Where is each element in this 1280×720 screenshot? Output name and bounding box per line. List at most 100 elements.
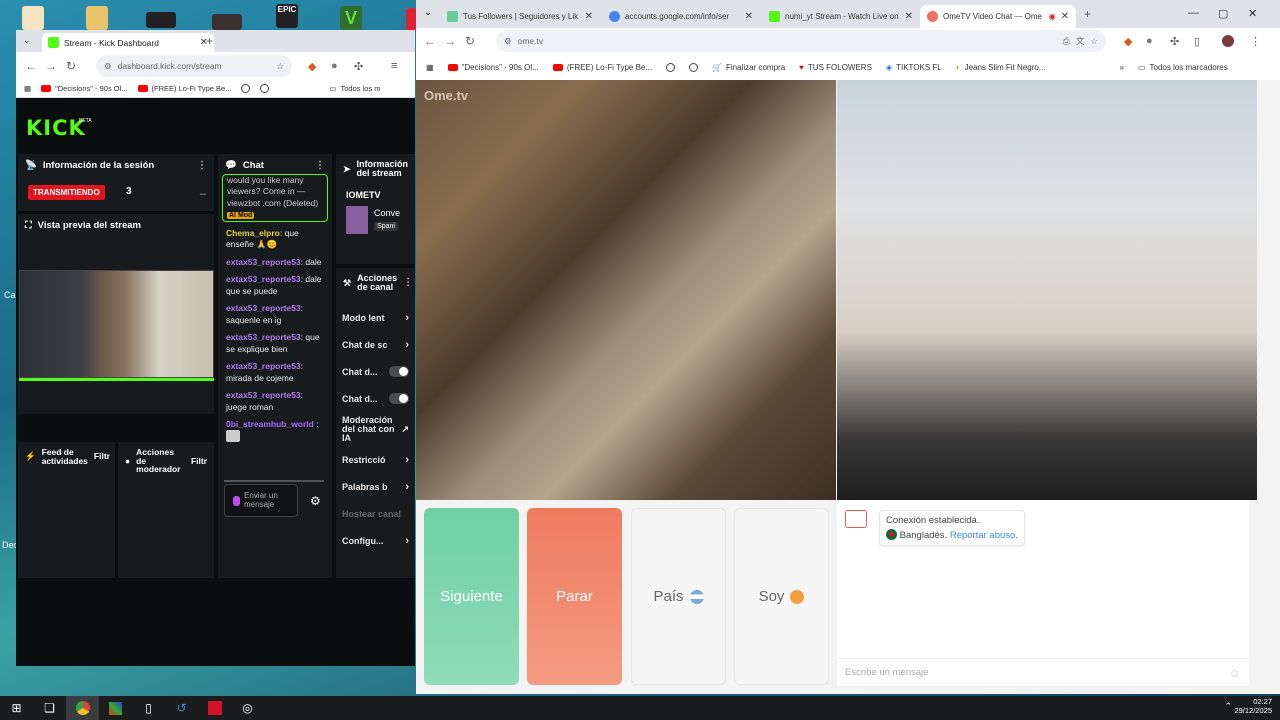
bookmark-tus-folowers[interactable]: ♥ TUS FOLOWERS bbox=[799, 63, 872, 72]
bookmark-jeans[interactable]: ◐ Jeans Slim Fit Negro... bbox=[956, 63, 1046, 72]
site-info-icon[interactable]: ⚙ bbox=[504, 36, 512, 47]
apps-grid-icon[interactable]: ▦ bbox=[24, 84, 31, 93]
tab-kick-dashboard[interactable]: Stream - Kick Dashboard ✕ bbox=[42, 33, 214, 52]
desktop-icon-3[interactable] bbox=[146, 12, 176, 28]
toggle-switch[interactable] bbox=[389, 393, 409, 404]
desktop-icon-7[interactable] bbox=[406, 8, 416, 32]
bookmark-star-icon[interactable]: ☆ bbox=[1090, 36, 1098, 47]
kick-logo[interactable]: KICK bbox=[26, 116, 86, 140]
new-tab-icon[interactable]: + bbox=[206, 34, 213, 48]
menu-icon[interactable]: ⋮ bbox=[1250, 35, 1261, 48]
ai-moderation-action[interactable]: Moderación del chat con IA ↗ bbox=[336, 412, 415, 446]
bookmark-decisions[interactable]: "Decisions" - 90s Ol... bbox=[41, 84, 128, 93]
translate-icon[interactable]: 文 bbox=[1076, 35, 1085, 47]
sidebar-icon[interactable]: ▯ bbox=[1194, 35, 1200, 48]
chat-toggle-2[interactable]: Chat d... bbox=[336, 385, 415, 412]
gta-v-icon[interactable]: V bbox=[340, 6, 362, 30]
system-clock[interactable]: 02:27 29/12/2025 bbox=[1234, 697, 1272, 715]
forward-icon[interactable]: → bbox=[41, 59, 61, 73]
chat-toggle-1[interactable]: Chat d... bbox=[336, 358, 415, 385]
chat-settings-icon[interactable]: ⚙ bbox=[310, 494, 321, 508]
tab-kick-stream[interactable]: numi_yt Stream - Watch Live on ✕ bbox=[762, 5, 920, 28]
config-action[interactable]: Configu... › bbox=[336, 527, 415, 554]
collapse-icon[interactable]: – bbox=[200, 188, 206, 200]
channel-actions-options-icon[interactable]: ⋮ bbox=[403, 278, 413, 288]
country-button[interactable]: País bbox=[631, 508, 726, 685]
desktop-icon-4[interactable] bbox=[212, 14, 242, 30]
blocked-words-action[interactable]: Palabras b › bbox=[336, 473, 415, 500]
stop-button[interactable]: Parar bbox=[527, 508, 622, 685]
install-icon[interactable]: ⎙ bbox=[1063, 36, 1070, 47]
file-taskbar-icon[interactable]: ▯ bbox=[132, 696, 165, 720]
close-tab-icon[interactable]: ✕ bbox=[905, 11, 913, 22]
all-bookmarks[interactable]: ▭ Todos los marcadores bbox=[1138, 63, 1228, 72]
epic-games-icon[interactable]: EPIC bbox=[276, 4, 298, 28]
extensions-puzzle-icon[interactable]: ✣ bbox=[354, 60, 363, 73]
tab-tus-followers[interactable]: Tus Followers | Seguidores y Lik ✕ bbox=[440, 5, 600, 28]
task-view-icon[interactable]: ❏ bbox=[33, 696, 66, 720]
filter-label-2[interactable]: Filtr bbox=[191, 456, 207, 466]
tray-chevron-icon[interactable]: ⌃ bbox=[1224, 701, 1232, 712]
globe-icon[interactable] bbox=[689, 62, 699, 72]
tab-search-icon[interactable]: ⌄ bbox=[424, 7, 432, 18]
close-tab-icon[interactable]: ✕ bbox=[745, 11, 753, 22]
new-tab-icon[interactable]: + bbox=[1084, 7, 1091, 21]
windows-start-icon[interactable]: ⊞ bbox=[0, 696, 33, 720]
chat-scrollbar[interactable] bbox=[224, 480, 324, 482]
chrome-taskbar-icon[interactable] bbox=[66, 696, 99, 720]
toggle-switch[interactable] bbox=[389, 366, 409, 377]
tab-ometv[interactable]: OmeTV Video Chat — Ome ◉ ✕ bbox=[920, 5, 1076, 28]
apps-grid-icon[interactable]: ▦ bbox=[426, 63, 434, 72]
report-abuse-link[interactable]: Reportar abuso. bbox=[950, 530, 1018, 541]
close-tab-icon[interactable]: ✕ bbox=[1061, 11, 1069, 22]
chat-messages[interactable]: would you like many viewers? Come in — v… bbox=[218, 174, 332, 479]
more-options-icon[interactable]: ⋮ bbox=[197, 160, 207, 171]
extension-icon-2[interactable]: ● bbox=[1146, 35, 1153, 47]
bookmark-star-icon[interactable]: ☆ bbox=[276, 61, 284, 72]
message-input[interactable]: Escribe un mensaje ☺ bbox=[837, 658, 1249, 686]
chat-options-icon[interactable]: ⋮ bbox=[315, 160, 325, 171]
tab-google-accounts[interactable]: accounts.google.com/info/ser ✕ bbox=[602, 5, 760, 28]
forward-icon[interactable]: → bbox=[440, 34, 460, 48]
globe-icon[interactable] bbox=[241, 84, 251, 93]
desktop-icon-2[interactable] bbox=[86, 6, 108, 30]
close-tab-icon[interactable]: ✕ bbox=[585, 11, 593, 22]
desktop-icon-1[interactable] bbox=[22, 6, 44, 30]
all-bookmarks[interactable]: ▭ Todos los m bbox=[329, 84, 380, 93]
app-taskbar-icon-1[interactable] bbox=[99, 696, 132, 720]
profile-avatar[interactable] bbox=[1222, 35, 1234, 47]
globe-icon[interactable] bbox=[260, 84, 270, 93]
followers-chat-action[interactable]: Chat de sc › bbox=[336, 331, 415, 358]
site-info-icon[interactable]: ⚙ bbox=[104, 61, 112, 72]
back-icon[interactable]: ← bbox=[420, 34, 440, 48]
bookmark-checkout[interactable]: 🛒 Finalizar compra bbox=[712, 63, 785, 72]
restrictions-action[interactable]: Restricció › bbox=[336, 446, 415, 473]
globe-icon[interactable] bbox=[666, 62, 676, 72]
chat-input[interactable]: Enviar un mensaje bbox=[224, 484, 298, 517]
close-window-icon[interactable]: ✕ bbox=[1248, 7, 1257, 20]
omnibox[interactable]: ⚙ dashboard.kick.com/stream ☆ bbox=[96, 55, 292, 77]
bookmark-decisions[interactable]: "Decisions" - 90s Ol... bbox=[447, 63, 539, 72]
more-bookmarks-icon[interactable]: » bbox=[1119, 63, 1123, 72]
extension-icon-2[interactable]: ● bbox=[331, 60, 338, 72]
slow-mode-action[interactable]: Modo lent › bbox=[336, 304, 415, 331]
reload-icon[interactable]: ↻ bbox=[61, 59, 81, 73]
bookmark-tiktoks[interactable]: ◈ TIKTOKS FL bbox=[886, 63, 942, 72]
obs-taskbar-icon[interactable]: ◎ bbox=[231, 696, 264, 720]
extension-icon-1[interactable]: ◆ bbox=[308, 60, 316, 73]
omnibox-right[interactable]: ⚙ ome.tv ⎙ 文 ☆ bbox=[496, 30, 1106, 52]
extension-icon-1[interactable]: ◆ bbox=[1124, 35, 1132, 48]
maximize-icon[interactable]: ▢ bbox=[1218, 7, 1228, 20]
back-icon[interactable]: ← bbox=[21, 59, 41, 73]
app-taskbar-icon-2[interactable]: ↺ bbox=[165, 696, 198, 720]
mic-icon[interactable] bbox=[233, 495, 240, 506]
bookmark-lofi[interactable]: (FREE) Lo-Fi Type Be... bbox=[137, 84, 231, 93]
stream-preview-image[interactable] bbox=[19, 270, 214, 378]
filter-label[interactable]: Filtr bbox=[94, 452, 110, 461]
app-taskbar-icon-3[interactable] bbox=[198, 696, 231, 720]
next-button[interactable]: Siguiente bbox=[424, 508, 519, 685]
emoji-icon[interactable]: ☺ bbox=[1229, 666, 1241, 680]
menu-icon[interactable]: ≡ bbox=[391, 60, 397, 72]
bookmark-lofi[interactable]: (FREE) Lo-Fi Type Be... bbox=[552, 63, 652, 72]
extensions-puzzle-icon[interactable]: ✣ bbox=[1170, 35, 1179, 48]
